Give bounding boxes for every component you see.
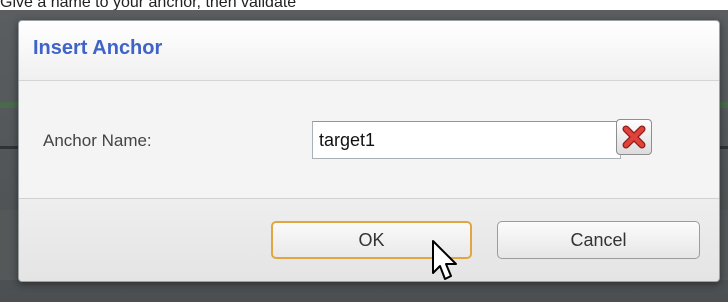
close-x-icon [622,125,646,149]
anchor-name-label: Anchor Name: [43,131,152,150]
mouse-pointer-icon [432,240,457,280]
dialog-header: Insert Anchor [19,21,719,81]
cancel-button[interactable]: Cancel [497,221,700,259]
dialog-title: Insert Anchor [33,37,163,59]
dialog-body: Anchor Name: [19,81,719,199]
dialog-footer: OK Cancel [19,199,719,281]
insert-anchor-dialog: Insert Anchor Anchor Name: OK Cancel [18,20,720,282]
anchor-name-input[interactable] [312,121,621,159]
clear-anchor-button[interactable] [616,119,652,155]
